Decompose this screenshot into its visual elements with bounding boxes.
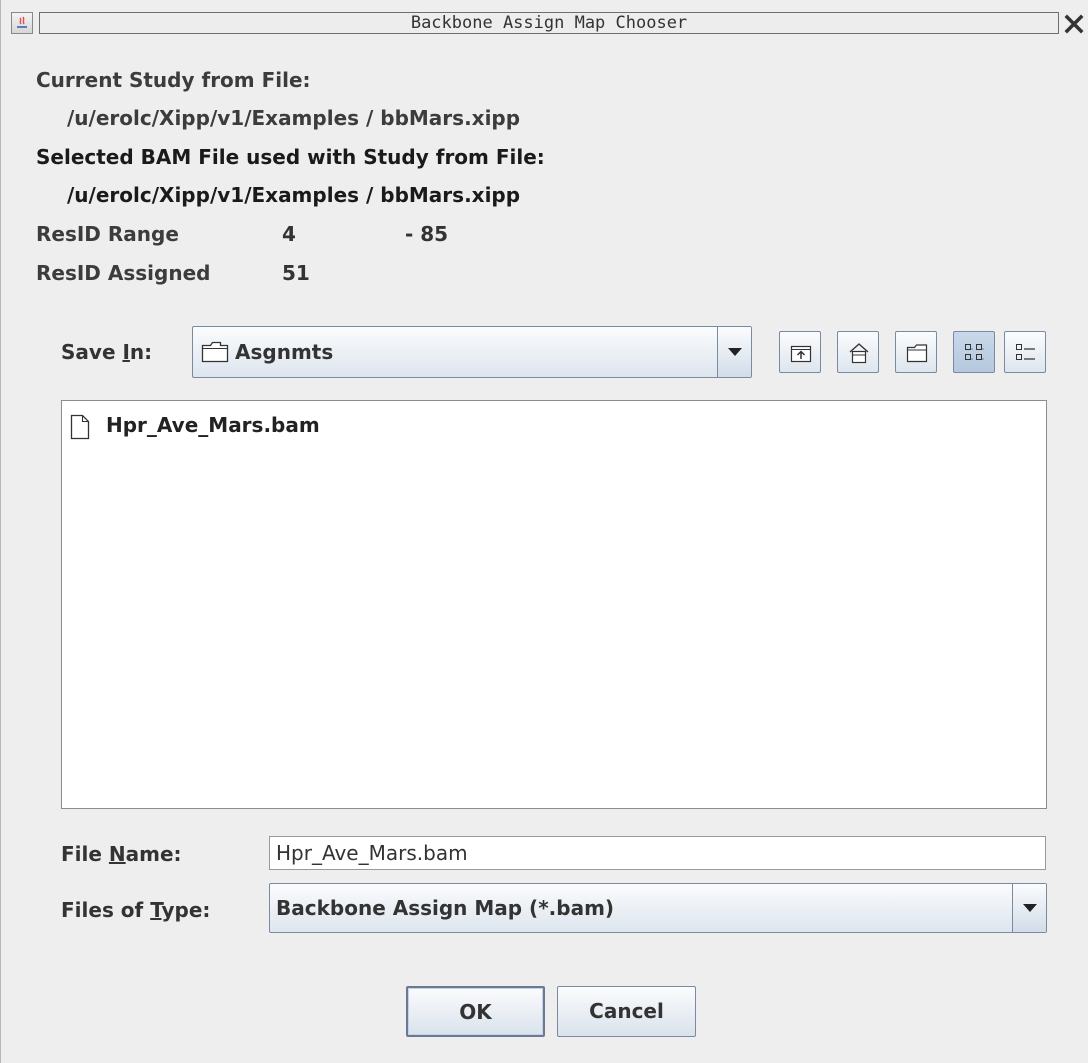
files-of-type-label: Files of Type: xyxy=(61,898,210,922)
list-view-button[interactable] xyxy=(953,331,995,373)
resid-range-start: 4 xyxy=(282,222,296,246)
chevron-down-icon[interactable] xyxy=(717,327,751,377)
resid-assigned-label: ResID Assigned xyxy=(36,261,211,285)
title-bar[interactable]: Backbone Assign Map Chooser xyxy=(1,0,1088,46)
new-folder-button[interactable] xyxy=(895,331,937,373)
file-name-label: File Name: xyxy=(61,842,182,866)
current-study-path: /u/erolc/Xipp/v1/Examples / bbMars.xipp xyxy=(67,106,521,130)
up-folder-button[interactable] xyxy=(779,331,821,373)
files-of-type-label-prefix: Files of xyxy=(61,898,151,922)
window-title: Backbone Assign Map Chooser xyxy=(39,12,1059,34)
home-button[interactable] xyxy=(837,331,879,373)
file-list[interactable]: Hpr_Ave_Mars.bam xyxy=(61,400,1047,809)
cancel-button[interactable]: Cancel xyxy=(557,986,696,1037)
java-app-icon[interactable] xyxy=(11,12,33,34)
ok-button[interactable]: OK xyxy=(406,986,545,1037)
resid-range-end: - 85 xyxy=(405,222,449,246)
save-in-label-mnemonic: I xyxy=(122,340,130,364)
file-item-label: Hpr_Ave_Mars.bam xyxy=(106,413,320,437)
files-of-type-combo[interactable]: Backbone Assign Map (*.bam) xyxy=(269,883,1047,933)
selected-bam-label: Selected BAM File used with Study from F… xyxy=(36,145,545,169)
files-of-type-selected: Backbone Assign Map (*.bam) xyxy=(276,896,615,920)
resid-assigned-value: 51 xyxy=(282,261,310,285)
file-icon xyxy=(70,414,90,440)
file-name-label-mnemonic: N xyxy=(108,842,126,866)
resid-range-label: ResID Range xyxy=(36,222,179,246)
save-in-selected: Asgnmts xyxy=(235,340,334,364)
file-name-field[interactable] xyxy=(269,836,1046,870)
files-of-type-label-mnemonic: T xyxy=(150,898,162,922)
file-name-label-suffix: ame: xyxy=(125,842,182,866)
save-in-label-suffix: n: xyxy=(129,340,153,364)
save-in-label-prefix: Save xyxy=(61,340,123,364)
files-of-type-label-suffix: ype: xyxy=(161,898,211,922)
selected-bam-path: /u/erolc/Xipp/v1/Examples / bbMars.xipp xyxy=(67,183,521,207)
current-study-label: Current Study from File: xyxy=(36,68,311,92)
details-view-button[interactable] xyxy=(1004,331,1046,373)
dialog-window: Backbone Assign Map Chooser Current Stud… xyxy=(0,0,1088,1063)
file-name-label-prefix: File xyxy=(61,842,109,866)
save-in-label: Save In: xyxy=(61,340,152,364)
folder-icon xyxy=(201,340,229,368)
close-icon[interactable] xyxy=(1062,12,1086,36)
chevron-down-icon[interactable] xyxy=(1012,884,1046,932)
save-in-combo[interactable]: Asgnmts xyxy=(192,326,752,378)
